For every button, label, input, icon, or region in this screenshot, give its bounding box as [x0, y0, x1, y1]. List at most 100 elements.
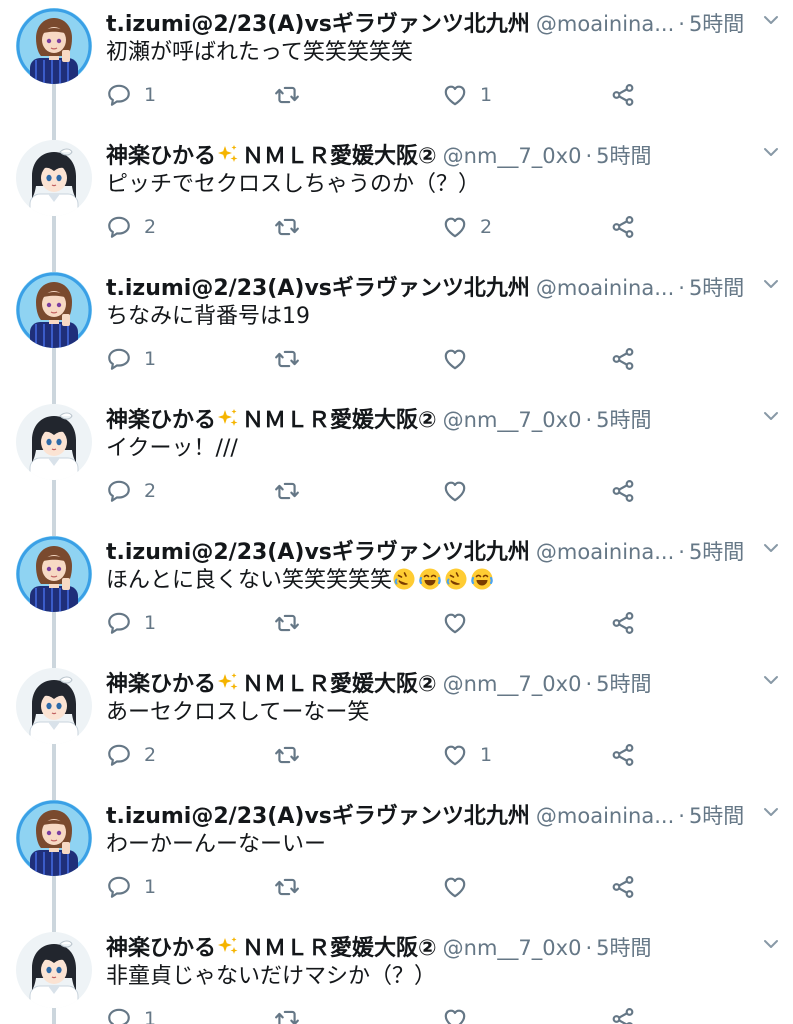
reply-button[interactable]: 1 [106, 1004, 156, 1024]
share-icon [610, 1006, 636, 1024]
avatar[interactable] [16, 140, 92, 216]
reply-button[interactable]: 1 [106, 608, 156, 638]
chevron-down-icon[interactable] [763, 938, 779, 950]
avatar[interactable] [16, 536, 92, 612]
heart-icon [442, 478, 468, 504]
retweet-button[interactable] [274, 872, 312, 902]
share-button[interactable] [610, 476, 636, 506]
chevron-down-icon[interactable] [763, 674, 779, 686]
share-button[interactable] [610, 740, 636, 770]
heart-icon [442, 874, 468, 900]
tweet-actions: 2 1 [106, 740, 666, 770]
user-handle[interactable]: @nm__7_0x0 [443, 144, 582, 168]
share-button[interactable] [610, 608, 636, 638]
timestamp[interactable]: 5時間 [596, 668, 651, 698]
timestamp[interactable]: 5時間 [689, 8, 744, 38]
reply-button[interactable]: 1 [106, 344, 156, 374]
reply-button[interactable]: 2 [106, 740, 156, 770]
tears-of-joy-emoji [470, 567, 494, 591]
display-name-suffix: ＮＭＬＲ愛媛大阪② [242, 936, 437, 961]
timestamp[interactable]: 5時間 [596, 404, 651, 434]
reply-button[interactable]: 2 [106, 212, 156, 242]
share-button[interactable] [610, 1004, 636, 1024]
share-button[interactable] [610, 344, 636, 374]
timestamp[interactable]: 5時間 [596, 932, 651, 962]
share-button[interactable] [610, 212, 636, 242]
share-button[interactable] [610, 80, 636, 110]
separator-dot: · [678, 804, 685, 828]
chevron-down-icon[interactable] [763, 278, 779, 290]
like-button[interactable] [442, 872, 480, 902]
display-name[interactable]: t.izumi@2/23(A)vsギラヴァンツ北九州 [106, 270, 530, 302]
retweet-button[interactable] [274, 212, 312, 242]
tweet[interactable]: t.izumi@2/23(A)vsギラヴァンツ北九州 @moainina... … [0, 528, 793, 660]
tweet-text: わーかーんーなーいー [106, 832, 327, 857]
retweet-button[interactable] [274, 608, 312, 638]
reply-count: 2 [144, 744, 157, 766]
timestamp[interactable]: 5時間 [689, 536, 744, 566]
display-name[interactable]: t.izumi@2/23(A)vsギラヴァンツ北九州 [106, 6, 530, 38]
share-icon [610, 82, 636, 108]
avatar[interactable] [16, 932, 92, 1008]
sparkles-emoji [216, 935, 240, 959]
tweet[interactable]: 神楽ひかる ＮＭＬＲ愛媛大阪② @nm__7_0x0 · 5時間 非童貞じゃないだ… [0, 924, 793, 1024]
tweet-text: あーセクロスしてーなー笑 [106, 700, 370, 725]
like-button[interactable] [442, 476, 480, 506]
avatar[interactable] [16, 668, 92, 744]
tweet-text: 非童貞じゃないだけマシか（？） [106, 964, 437, 989]
display-name[interactable]: t.izumi@2/23(A)vsギラヴァンツ北九州 [106, 534, 530, 566]
tweet[interactable]: t.izumi@2/23(A)vsギラヴァンツ北九州 @moainina... … [0, 0, 793, 132]
user-handle[interactable]: @moainina... [536, 12, 674, 36]
retweet-button[interactable] [274, 740, 312, 770]
user-handle[interactable]: @nm__7_0x0 [443, 936, 582, 960]
retweet-button[interactable] [274, 476, 312, 506]
display-name[interactable]: t.izumi@2/23(A)vsギラヴァンツ北九州 [106, 798, 530, 830]
tweet[interactable]: 神楽ひかる ＮＭＬＲ愛媛大阪② @nm__7_0x0 · 5時間 ピッチでセクロス… [0, 132, 793, 264]
tweet[interactable]: 神楽ひかる ＮＭＬＲ愛媛大阪② @nm__7_0x0 · 5時間 あーセクロスして… [0, 660, 793, 792]
chevron-down-icon[interactable] [763, 542, 779, 554]
chevron-down-icon[interactable] [763, 410, 779, 422]
tweet-actions: 1 [106, 344, 666, 374]
user-handle[interactable]: @nm__7_0x0 [443, 408, 582, 432]
display-name[interactable]: 神楽ひかる ＮＭＬＲ愛媛大阪② [106, 930, 437, 962]
display-name[interactable]: 神楽ひかる ＮＭＬＲ愛媛大阪② [106, 402, 437, 434]
avatar[interactable] [16, 800, 92, 876]
retweet-button[interactable] [274, 344, 312, 374]
reply-button[interactable]: 2 [106, 476, 156, 506]
like-button[interactable]: 1 [442, 80, 492, 110]
tweet-actions: 1 [106, 872, 666, 902]
tweet-text: ほんとに良くない笑笑笑笑笑 [106, 566, 773, 596]
user-handle[interactable]: @nm__7_0x0 [443, 672, 582, 696]
tweet[interactable]: 神楽ひかる ＮＭＬＲ愛媛大阪② @nm__7_0x0 · 5時間 イクーッ！///… [0, 396, 793, 528]
like-button[interactable] [442, 608, 480, 638]
chevron-down-icon[interactable] [763, 806, 779, 818]
avatar[interactable] [16, 8, 92, 84]
user-handle[interactable]: @moainina... [536, 804, 674, 828]
share-button[interactable] [610, 872, 636, 902]
user-handle[interactable]: @moainina... [536, 276, 674, 300]
share-icon [610, 610, 636, 636]
reply-button[interactable]: 1 [106, 80, 156, 110]
like-button[interactable]: 2 [442, 212, 492, 242]
retweet-button[interactable] [274, 1004, 312, 1024]
avatar[interactable] [16, 404, 92, 480]
timestamp[interactable]: 5時間 [596, 140, 651, 170]
retweet-icon [274, 610, 300, 636]
timestamp[interactable]: 5時間 [689, 800, 744, 830]
like-button[interactable]: 1 [442, 740, 492, 770]
reply-icon [106, 610, 132, 636]
user-handle[interactable]: @moainina... [536, 540, 674, 564]
avatar[interactable] [16, 272, 92, 348]
reply-icon [106, 874, 132, 900]
display-name[interactable]: 神楽ひかる ＮＭＬＲ愛媛大阪② [106, 138, 437, 170]
chevron-down-icon[interactable] [763, 14, 779, 26]
display-name[interactable]: 神楽ひかる ＮＭＬＲ愛媛大阪② [106, 666, 437, 698]
timestamp[interactable]: 5時間 [689, 272, 744, 302]
tweet[interactable]: t.izumi@2/23(A)vsギラヴァンツ北九州 @moainina... … [0, 792, 793, 924]
chevron-down-icon[interactable] [763, 146, 779, 158]
like-button[interactable] [442, 344, 480, 374]
reply-button[interactable]: 1 [106, 872, 156, 902]
like-button[interactable] [442, 1004, 480, 1024]
tweet[interactable]: t.izumi@2/23(A)vsギラヴァンツ北九州 @moainina... … [0, 264, 793, 396]
retweet-button[interactable] [274, 80, 312, 110]
